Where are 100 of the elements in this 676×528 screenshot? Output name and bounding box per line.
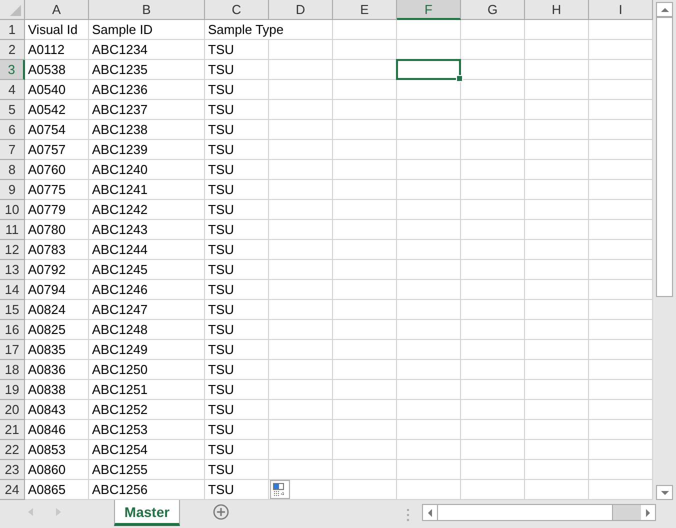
spreadsheet-grid[interactable] bbox=[0, 0, 653, 500]
empty-cell[interactable] bbox=[525, 400, 589, 420]
empty-cell[interactable] bbox=[333, 20, 397, 40]
empty-cell[interactable] bbox=[461, 120, 525, 140]
empty-cell[interactable] bbox=[269, 420, 333, 440]
empty-cell[interactable] bbox=[333, 320, 397, 340]
empty-cell[interactable] bbox=[397, 420, 461, 440]
empty-cell[interactable] bbox=[461, 320, 525, 340]
empty-cell[interactable] bbox=[525, 200, 589, 220]
empty-cell[interactable] bbox=[525, 240, 589, 260]
empty-cell[interactable] bbox=[461, 220, 525, 240]
empty-cell[interactable] bbox=[461, 260, 525, 280]
vertical-scroll-thumb[interactable] bbox=[656, 17, 673, 297]
empty-cell[interactable] bbox=[269, 200, 333, 220]
empty-cell[interactable] bbox=[461, 340, 525, 360]
empty-cell[interactable] bbox=[525, 160, 589, 180]
empty-cell[interactable] bbox=[397, 80, 461, 100]
scroll-right-button[interactable] bbox=[641, 505, 655, 520]
empty-cell[interactable] bbox=[333, 80, 397, 100]
empty-cell[interactable] bbox=[397, 180, 461, 200]
paste-options-button[interactable] bbox=[270, 480, 290, 499]
empty-cell[interactable] bbox=[461, 80, 525, 100]
empty-cell[interactable] bbox=[333, 200, 397, 220]
column-header[interactable]: C bbox=[205, 0, 269, 20]
empty-cell[interactable] bbox=[461, 300, 525, 320]
empty-cell[interactable] bbox=[333, 140, 397, 160]
empty-cell[interactable] bbox=[461, 160, 525, 180]
column-header[interactable]: B bbox=[89, 0, 205, 20]
row-header[interactable]: 17 bbox=[0, 340, 25, 360]
row-header[interactable]: 5 bbox=[0, 100, 25, 120]
empty-cell[interactable] bbox=[269, 180, 333, 200]
empty-cell[interactable] bbox=[269, 40, 333, 60]
empty-cell[interactable] bbox=[525, 440, 589, 460]
add-sheet-button[interactable] bbox=[212, 504, 230, 522]
row-header[interactable]: 4 bbox=[0, 80, 25, 100]
empty-cell[interactable] bbox=[397, 400, 461, 420]
row-header[interactable]: 21 bbox=[0, 420, 25, 440]
empty-cell[interactable] bbox=[397, 380, 461, 400]
empty-cell[interactable] bbox=[397, 100, 461, 120]
empty-cell[interactable] bbox=[525, 260, 589, 280]
horizontal-scroll-thumb[interactable] bbox=[437, 505, 613, 520]
horizontal-scrollbar[interactable] bbox=[422, 504, 656, 521]
empty-cell[interactable] bbox=[333, 220, 397, 240]
empty-cell[interactable] bbox=[333, 360, 397, 380]
row-header[interactable]: 2 bbox=[0, 40, 25, 60]
empty-cell[interactable] bbox=[525, 460, 589, 480]
empty-cell[interactable] bbox=[333, 460, 397, 480]
row-header[interactable]: 10 bbox=[0, 200, 25, 220]
empty-cell[interactable] bbox=[269, 480, 333, 500]
empty-cell[interactable] bbox=[461, 440, 525, 460]
empty-cell[interactable] bbox=[397, 140, 461, 160]
empty-cell[interactable] bbox=[461, 400, 525, 420]
empty-cell[interactable] bbox=[525, 320, 589, 340]
column-header[interactable]: D bbox=[269, 0, 333, 20]
empty-cell[interactable] bbox=[525, 360, 589, 380]
row-header[interactable]: 9 bbox=[0, 180, 25, 200]
empty-cell[interactable] bbox=[461, 420, 525, 440]
empty-cell[interactable] bbox=[525, 420, 589, 440]
empty-cell[interactable] bbox=[397, 120, 461, 140]
empty-cell[interactable] bbox=[397, 320, 461, 340]
row-header[interactable]: 8 bbox=[0, 160, 25, 180]
empty-cell[interactable] bbox=[269, 80, 333, 100]
row-header[interactable]: 12 bbox=[0, 240, 25, 260]
empty-cell[interactable] bbox=[397, 280, 461, 300]
empty-cell[interactable] bbox=[397, 460, 461, 480]
empty-cell[interactable] bbox=[525, 180, 589, 200]
empty-cell[interactable] bbox=[461, 360, 525, 380]
empty-cell[interactable] bbox=[269, 60, 333, 80]
column-header[interactable]: A bbox=[25, 0, 89, 20]
empty-cell[interactable] bbox=[397, 200, 461, 220]
column-header[interactable]: E bbox=[333, 0, 397, 20]
row-header[interactable]: 7 bbox=[0, 140, 25, 160]
empty-cell[interactable] bbox=[461, 460, 525, 480]
empty-cell[interactable] bbox=[525, 220, 589, 240]
column-header[interactable]: H bbox=[525, 0, 589, 20]
column-header[interactable]: F bbox=[397, 0, 461, 20]
empty-cell[interactable] bbox=[333, 340, 397, 360]
empty-cell[interactable] bbox=[397, 220, 461, 240]
empty-cell[interactable] bbox=[461, 60, 525, 80]
empty-cell[interactable] bbox=[525, 20, 589, 40]
empty-cell[interactable] bbox=[269, 260, 333, 280]
empty-cell[interactable] bbox=[525, 280, 589, 300]
empty-cell[interactable] bbox=[397, 240, 461, 260]
row-header[interactable]: 13 bbox=[0, 260, 25, 280]
scroll-down-button[interactable] bbox=[656, 485, 673, 500]
empty-cell[interactable] bbox=[461, 240, 525, 260]
empty-cell[interactable] bbox=[461, 20, 525, 40]
select-all-corner[interactable] bbox=[0, 0, 25, 20]
empty-cell[interactable] bbox=[333, 400, 397, 420]
empty-cell[interactable] bbox=[269, 380, 333, 400]
empty-cell[interactable] bbox=[461, 280, 525, 300]
empty-cell[interactable] bbox=[525, 480, 589, 500]
empty-cell[interactable] bbox=[397, 300, 461, 320]
empty-cell[interactable] bbox=[269, 440, 333, 460]
row-header[interactable]: 22 bbox=[0, 440, 25, 460]
empty-cell[interactable] bbox=[333, 380, 397, 400]
empty-cell[interactable] bbox=[333, 280, 397, 300]
empty-cell[interactable] bbox=[525, 300, 589, 320]
row-header[interactable]: 18 bbox=[0, 360, 25, 380]
empty-cell[interactable] bbox=[525, 380, 589, 400]
